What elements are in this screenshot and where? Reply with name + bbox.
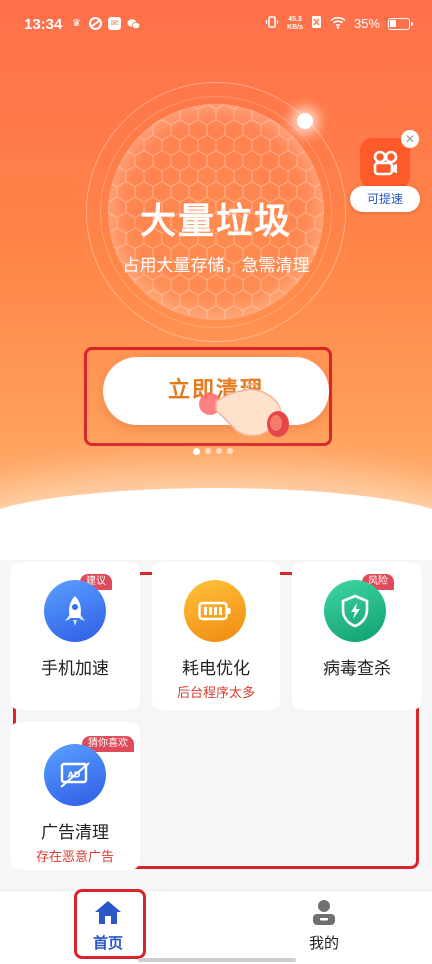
tab-mine-label: 我的 xyxy=(308,934,339,952)
sim-off-icon xyxy=(311,15,322,32)
card-title: 手机加速 xyxy=(41,659,109,679)
net-speed-unit: KB/s xyxy=(287,23,303,31)
tab-mine[interactable]: 我的 xyxy=(274,891,374,964)
hero-bottom-curve xyxy=(0,488,432,560)
page-dot xyxy=(216,448,222,454)
vibrate-icon xyxy=(265,15,279,32)
ad-icon: AD xyxy=(44,744,106,806)
wechat-icon xyxy=(127,17,140,30)
shield-icon xyxy=(324,580,386,642)
battery-percent: 35% xyxy=(353,16,380,31)
net-speed: 45.3 KB/s xyxy=(287,16,303,32)
swirl-app-icon xyxy=(89,17,102,30)
orbit-light-dot xyxy=(297,113,313,129)
card-title: 病毒查杀 xyxy=(323,659,391,679)
card-subtitle: 后台程序太多 xyxy=(176,686,255,701)
page-indicator xyxy=(193,448,233,455)
highlight-frame-home xyxy=(74,889,146,959)
message-icon: ✉ xyxy=(108,17,121,30)
feature-card-antivirus[interactable]: 风险 病毒查杀 xyxy=(292,562,422,710)
crown-icon: ♛ xyxy=(72,18,81,29)
home-indicator[interactable] xyxy=(138,958,296,962)
card-title: 广告清理 xyxy=(41,823,109,843)
notification-icons: ♛ ✉ xyxy=(70,17,140,30)
net-speed-value: 45.3 xyxy=(288,15,302,23)
junk-status-subtitle: 占用大量存储，急需清理 xyxy=(122,256,310,276)
status-bar: 13:34 ♛ ✉ 45.3 KB/s 35% xyxy=(0,0,432,50)
page-dot xyxy=(227,448,233,454)
page-dot xyxy=(193,448,200,455)
close-icon[interactable]: ✕ xyxy=(401,130,419,148)
bottom-nav: 首页 我的 xyxy=(0,889,432,964)
feature-card-speedup[interactable]: 建议 手机加速 xyxy=(10,562,140,710)
system-status: 45.3 KB/s 35% xyxy=(265,15,413,32)
rocket-icon xyxy=(44,580,106,642)
card-subtitle: 存在恶意广告 xyxy=(35,850,114,865)
feature-card-battery[interactable]: 耗电优化 后台程序太多 xyxy=(152,562,280,710)
battery-icon xyxy=(184,580,246,642)
hero-banner: 13:34 ♛ ✉ 45.3 KB/s 35% 大量垃圾 占用大量存储，急需清理… xyxy=(0,0,432,560)
pointing-hand-icon xyxy=(196,376,296,446)
wifi-icon xyxy=(330,16,346,32)
video-app-icon[interactable] xyxy=(360,138,410,188)
speedup-label[interactable]: 可提速 xyxy=(350,186,420,212)
card-title: 耗电优化 xyxy=(182,659,250,679)
feature-card-adclean[interactable]: 猜你喜欢 AD 广告清理 存在恶意广告 xyxy=(10,722,140,870)
battery-icon xyxy=(388,17,413,30)
page-dot xyxy=(205,448,211,454)
speedup-float-widget[interactable]: ✕ 可提速 xyxy=(350,130,420,212)
user-icon xyxy=(313,900,335,925)
status-time: 13:34 xyxy=(24,16,63,33)
